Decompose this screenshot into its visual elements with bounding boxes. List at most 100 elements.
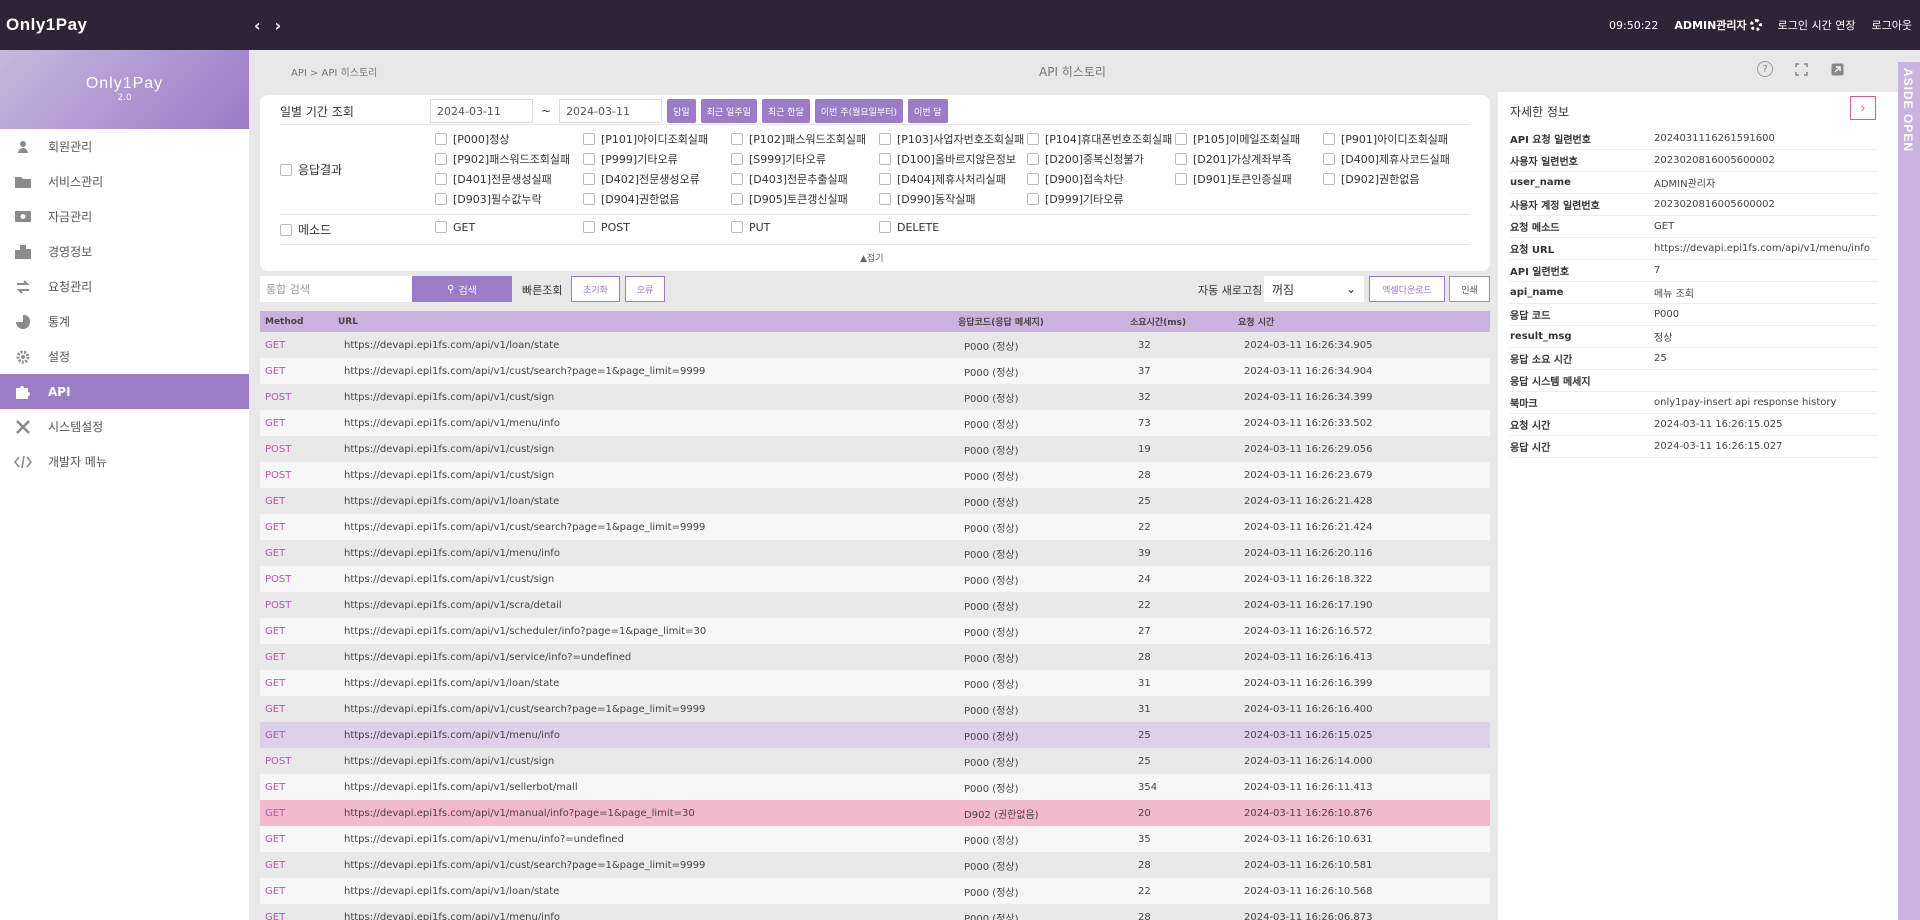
table-row[interactable]: POST https://devapi.epi1fs.com/api/v1/cus…	[260, 566, 1490, 592]
date-to-input[interactable]: 2024-03-11	[559, 99, 663, 123]
checkbox[interactable]	[1175, 133, 1187, 145]
back-arrow-icon[interactable]: ‹	[254, 16, 261, 35]
checkbox[interactable]	[1027, 173, 1039, 185]
sidebar-item-services[interactable]: 서비스관리	[0, 164, 249, 199]
table-row[interactable]: GET https://devapi.epi1fs.com/api/v1/loan…	[260, 670, 1490, 696]
checkbox[interactable]	[879, 153, 891, 165]
table-row[interactable]: GET https://devapi.epi1fs.com/api/v1/loan…	[260, 878, 1490, 904]
table-row[interactable]: GET https://devapi.epi1fs.com/api/v1/serv…	[260, 644, 1490, 670]
auto-refresh-select[interactable]: 꺼짐 ⌄	[1264, 276, 1364, 302]
checkbox[interactable]	[583, 133, 595, 145]
extend-login-button[interactable]: 로그인 시간 연장	[1778, 17, 1856, 33]
fold-button[interactable]: ▲접기	[860, 251, 883, 264]
result-code-option[interactable]: [P999]기타오류	[583, 151, 731, 168]
table-row[interactable]: POST https://devapi.epi1fs.com/api/v1/cus…	[260, 748, 1490, 774]
period-week-button[interactable]: 최근 일주일	[700, 99, 757, 123]
checkbox[interactable]	[1175, 173, 1187, 185]
table-row[interactable]: GET https://devapi.epi1fs.com/api/v1/menu…	[260, 826, 1490, 852]
checkbox[interactable]	[1027, 133, 1039, 145]
checkbox[interactable]	[583, 221, 595, 233]
result-code-option[interactable]: [P901]아이디조회실패	[1323, 131, 1471, 148]
period-today-button[interactable]: 당일	[667, 99, 696, 123]
checkbox[interactable]	[435, 133, 447, 145]
checkbox[interactable]	[435, 173, 447, 185]
checkbox[interactable]	[731, 221, 743, 233]
column-header-duration[interactable]: 소요시간(ms)	[1130, 315, 1238, 328]
checkbox[interactable]	[731, 173, 743, 185]
app-logo[interactable]: Only1Pay	[6, 15, 254, 35]
aside-open-tab[interactable]: ASIDE OPEN	[1898, 62, 1920, 920]
sidebar-item-funds[interactable]: 자금관리	[0, 199, 249, 234]
sidebar-item-api[interactable]: API	[0, 374, 249, 409]
table-row[interactable]: GET https://devapi.epi1fs.com/api/v1/sell…	[260, 774, 1490, 800]
date-from-input[interactable]: 2024-03-11	[430, 99, 533, 123]
sidebar-item-requests[interactable]: 요청관리	[0, 269, 249, 304]
result-code-option[interactable]: [P000]정상	[435, 131, 583, 148]
column-header-code[interactable]: 응답코드(응답 메세지)	[958, 315, 1130, 328]
result-code-option[interactable]: [D999]기타오류	[1027, 191, 1175, 208]
table-row[interactable]: GET https://devapi.epi1fs.com/api/v1/cust…	[260, 852, 1490, 878]
table-row[interactable]: GET https://devapi.epi1fs.com/api/v1/cust…	[260, 358, 1490, 384]
result-code-option[interactable]: [S999]기타오류	[731, 151, 879, 168]
result-code-option[interactable]: [D404]제휴사처리실패	[879, 171, 1027, 188]
method-option[interactable]: DELETE	[879, 221, 1027, 234]
result-code-option[interactable]: [D200]중복신청불가	[1027, 151, 1175, 168]
table-row[interactable]: GET https://devapi.epi1fs.com/api/v1/menu…	[260, 722, 1490, 748]
popout-icon[interactable]	[1829, 61, 1845, 77]
checkbox[interactable]	[435, 221, 447, 233]
checkbox[interactable]	[583, 153, 595, 165]
error-filter-button[interactable]: 오류	[625, 276, 665, 302]
result-code-option[interactable]: [P103]사업자번호조회실패	[879, 131, 1027, 148]
method-option[interactable]: GET	[435, 221, 583, 234]
checkbox[interactable]	[583, 173, 595, 185]
result-all-checkbox[interactable]	[280, 163, 292, 176]
table-row[interactable]: GET https://devapi.epi1fs.com/api/v1/cust…	[260, 514, 1490, 540]
checkbox[interactable]	[435, 193, 447, 205]
method-option[interactable]: POST	[583, 221, 731, 234]
sidebar-item-statistics[interactable]: 통계	[0, 304, 249, 339]
table-row[interactable]: GET https://devapi.epi1fs.com/api/v1/sche…	[260, 618, 1490, 644]
sidebar-item-business[interactable]: 경영정보	[0, 234, 249, 269]
table-row[interactable]: POST https://devapi.epi1fs.com/api/v1/cus…	[260, 384, 1490, 410]
result-code-option[interactable]: [D905]토큰갱신실패	[731, 191, 879, 208]
admin-user-menu[interactable]: ADMIN관리자	[1674, 17, 1762, 33]
sidebar-item-developer[interactable]: 개발자 메뉴	[0, 444, 249, 479]
checkbox[interactable]	[1027, 193, 1039, 205]
checkbox[interactable]	[879, 133, 891, 145]
result-code-option[interactable]: [P101]아이디조회실패	[583, 131, 731, 148]
detail-close-button[interactable]: ›	[1850, 96, 1876, 120]
column-header-method[interactable]: Method	[260, 317, 338, 327]
help-icon[interactable]: ?	[1757, 61, 1773, 77]
column-header-request-time[interactable]: 요청 시간	[1238, 315, 1490, 328]
checkbox[interactable]	[435, 153, 447, 165]
result-code-option[interactable]: [D990]동작실패	[879, 191, 1027, 208]
table-row[interactable]: GET https://devapi.epi1fs.com/api/v1/menu…	[260, 904, 1490, 920]
method-all-checkbox[interactable]	[280, 223, 292, 236]
column-header-url[interactable]: URL	[338, 317, 958, 327]
result-code-option[interactable]: [P105]이메일조회실패	[1175, 131, 1323, 148]
result-code-option[interactable]: [D903]필수값누락	[435, 191, 583, 208]
table-row[interactable]: POST https://devapi.epi1fs.com/api/v1/scr…	[260, 592, 1490, 618]
checkbox[interactable]	[731, 193, 743, 205]
checkbox[interactable]	[1323, 173, 1335, 185]
result-code-option[interactable]: [D400]제휴사코드실패	[1323, 151, 1471, 168]
period-this-month-button[interactable]: 이번 달	[908, 99, 948, 123]
result-code-option[interactable]: [D201]가상계좌부족	[1175, 151, 1323, 168]
checkbox[interactable]	[583, 193, 595, 205]
sidebar-item-members[interactable]: 회원관리	[0, 129, 249, 164]
table-row[interactable]: GET https://devapi.epi1fs.com/api/v1/cust…	[260, 696, 1490, 722]
excel-download-button[interactable]: 엑셀다운로드	[1369, 276, 1445, 302]
period-month-button[interactable]: 최근 한달	[761, 99, 810, 123]
search-input[interactable]: 통합 검색	[260, 276, 412, 302]
result-code-option[interactable]: [D100]올바르지않은정보	[879, 151, 1027, 168]
gear-icon[interactable]	[1749, 19, 1762, 31]
checkbox[interactable]	[731, 153, 743, 165]
result-code-option[interactable]: [P104]휴대폰번호조회실패	[1027, 131, 1175, 148]
table-row[interactable]: GET https://devapi.epi1fs.com/api/v1/loan…	[260, 332, 1490, 358]
checkbox[interactable]	[879, 193, 891, 205]
fullscreen-icon[interactable]	[1793, 61, 1809, 77]
checkbox[interactable]	[879, 173, 891, 185]
result-code-option[interactable]: [P102]패스워드조회실패	[731, 131, 879, 148]
search-button[interactable]: ⚲ 검색	[412, 276, 512, 302]
forward-arrow-icon[interactable]: ›	[275, 16, 282, 35]
